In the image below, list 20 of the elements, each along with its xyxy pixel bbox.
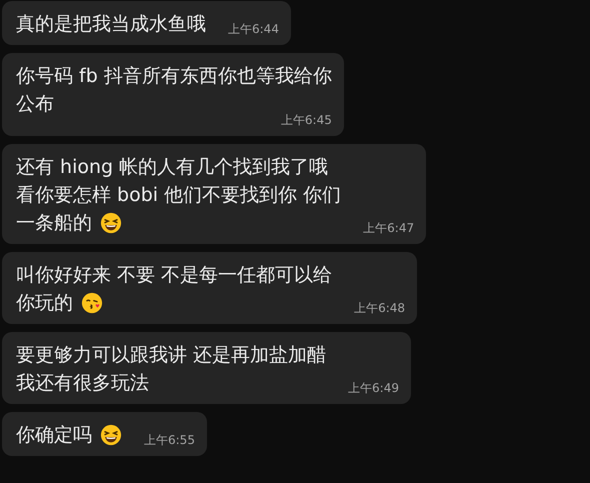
- message-time: 上午6:47: [363, 220, 414, 237]
- laughing-face-icon: [100, 424, 122, 446]
- kissing-face-icon: [81, 292, 103, 314]
- message-text: 要更够力可以跟我讲 还是再加盐加醋: [16, 343, 326, 368]
- message-time: 上午6:49: [348, 380, 399, 397]
- message-time: 上午6:44: [228, 21, 279, 38]
- message-text: 你确定吗: [16, 423, 92, 448]
- message-text: 一条船的: [16, 211, 92, 236]
- message-time: 上午6:55: [144, 432, 195, 449]
- message-time: 上午6:48: [354, 300, 406, 317]
- message-text: 看你要怎样 bobi 他们不要找到你 你们: [16, 183, 342, 208]
- message-text: 公布: [16, 92, 54, 117]
- message-text: 叫你好好来 不要 不是每一任都可以给: [16, 263, 332, 288]
- message-text: 还有 hiong 帐的人有几个找到我了哦: [16, 155, 328, 180]
- laughing-face-icon: [100, 212, 122, 234]
- message-time: 上午6:45: [280, 112, 332, 129]
- message-text: 真的是把我当成水鱼哦: [16, 12, 206, 37]
- message-text: 你号码 fb 抖音所有东西你也等我给你: [16, 64, 332, 89]
- message-text: 我还有很多玩法: [16, 371, 149, 396]
- message-text: 你玩的: [16, 291, 73, 316]
